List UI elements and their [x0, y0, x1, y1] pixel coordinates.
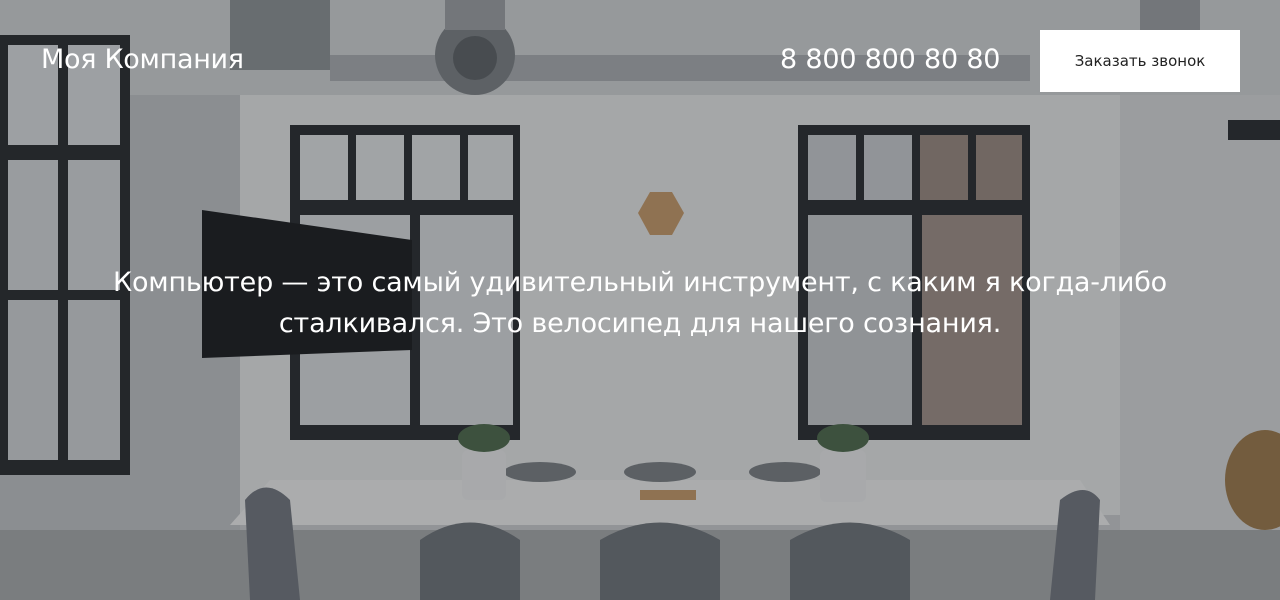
phone-number[interactable]: 8 800 800 80 80: [780, 44, 1000, 75]
company-logo-text[interactable]: Моя Компания: [41, 44, 244, 75]
order-call-button[interactable]: Заказать звонок: [1040, 30, 1240, 92]
hero-quote: Компьютер — это самый удивительный инстр…: [113, 267, 1167, 339]
